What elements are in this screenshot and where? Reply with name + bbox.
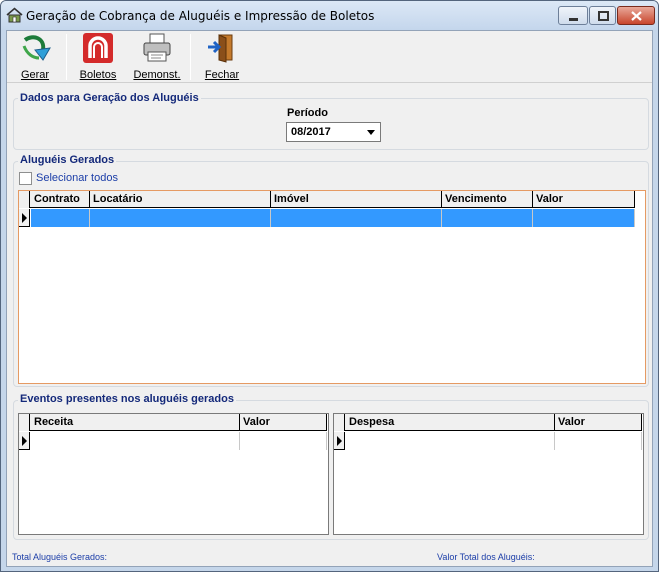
row-indicator [334, 432, 345, 450]
gerar-button[interactable]: Gerar [11, 31, 59, 83]
maximize-button[interactable] [589, 6, 616, 25]
app-window: Geração de Cobrança de Aluguéis e Impres… [0, 0, 659, 572]
toolbar: Gerar Boletos Demonst. Fechar [7, 31, 652, 83]
col-despesa[interactable]: Despesa [346, 414, 555, 431]
grid-header: Contrato Locatário Imóvel Vencimento Val… [19, 191, 635, 208]
cell-receita-valor[interactable] [240, 432, 327, 450]
client-area: Gerar Boletos Demonst. Fechar Dados para… [6, 30, 653, 567]
current-row-arrow-icon [22, 436, 27, 446]
toolbar-separator [190, 34, 191, 80]
close-icon [631, 11, 642, 21]
title-bar[interactable]: Geração de Cobrança de Aluguéis e Impres… [1, 1, 658, 30]
periodo-label: Período [287, 107, 328, 119]
table-row[interactable] [334, 432, 642, 450]
toolbar-separator [66, 34, 67, 80]
dados-group-title: Dados para Geração dos Aluguéis [18, 92, 201, 104]
current-row-arrow-icon [22, 213, 27, 223]
periodo-select[interactable]: 08/2017 [286, 122, 381, 142]
periodo-value: 08/2017 [291, 126, 331, 138]
select-all-label[interactable]: Selecionar todos [36, 172, 118, 184]
table-row[interactable] [19, 432, 327, 450]
cell-contrato[interactable] [31, 209, 90, 227]
select-all-checkbox[interactable] [19, 172, 32, 185]
boletos-button[interactable]: Boletos [74, 31, 122, 83]
window-title: Geração de Cobrança de Aluguéis e Impres… [26, 9, 375, 23]
demonst-button[interactable]: Demonst. [131, 31, 183, 83]
col-receita[interactable]: Receita [31, 414, 240, 431]
valor-total-label: Valor Total dos Aluguéis: [437, 552, 535, 562]
demonst-label: Demonst. [133, 69, 181, 81]
header-indicator [334, 414, 345, 431]
current-row-arrow-icon [337, 436, 342, 446]
alugueis-group-title: Aluguéis Gerados [18, 154, 117, 166]
total-alugueis-label: Total Aluguéis Gerados: [12, 552, 108, 562]
close-window-button[interactable] [617, 6, 655, 25]
gerar-label: Gerar [20, 69, 50, 81]
cell-imovel[interactable] [271, 209, 442, 227]
maximize-icon [598, 11, 609, 21]
exit-door-icon [208, 34, 233, 63]
fechar-button[interactable]: Fechar [199, 31, 245, 83]
col-imovel[interactable]: Imóvel [271, 191, 442, 208]
minimize-icon [569, 18, 578, 21]
col-contrato[interactable]: Contrato [31, 191, 90, 208]
cell-receita[interactable] [31, 432, 240, 450]
header-indicator [19, 191, 30, 208]
printer-icon [143, 33, 171, 62]
fechar-label: Fechar [204, 69, 240, 81]
col-despesa-valor[interactable]: Valor [555, 414, 642, 431]
row-indicator [19, 209, 30, 227]
cell-locatario[interactable] [90, 209, 271, 227]
grid-header: Receita Valor [19, 414, 327, 431]
receita-grid[interactable]: Receita Valor [18, 413, 329, 535]
col-locatario[interactable]: Locatário [90, 191, 271, 208]
refresh-arrow-icon [22, 35, 51, 61]
row-indicator [19, 432, 30, 450]
grid-header: Despesa Valor [334, 414, 642, 431]
alugueis-grid[interactable]: Contrato Locatário Imóvel Vencimento Val… [18, 190, 646, 384]
boletos-label: Boletos [79, 69, 117, 81]
cell-despesa-valor[interactable] [555, 432, 642, 450]
eventos-group-title: Eventos presentes nos aluguéis gerados [18, 393, 236, 405]
table-row[interactable] [19, 209, 635, 227]
cell-vencimento[interactable] [442, 209, 533, 227]
cell-despesa[interactable] [346, 432, 555, 450]
chevron-down-icon [367, 130, 375, 135]
col-vencimento[interactable]: Vencimento [442, 191, 533, 208]
boleto-logo-icon [83, 33, 113, 63]
col-receita-valor[interactable]: Valor [240, 414, 327, 431]
despesa-grid[interactable]: Despesa Valor [333, 413, 644, 535]
house-icon [6, 7, 23, 23]
header-indicator [19, 414, 30, 431]
cell-valor[interactable] [533, 209, 635, 227]
minimize-button[interactable] [558, 6, 588, 25]
col-valor[interactable]: Valor [533, 191, 635, 208]
